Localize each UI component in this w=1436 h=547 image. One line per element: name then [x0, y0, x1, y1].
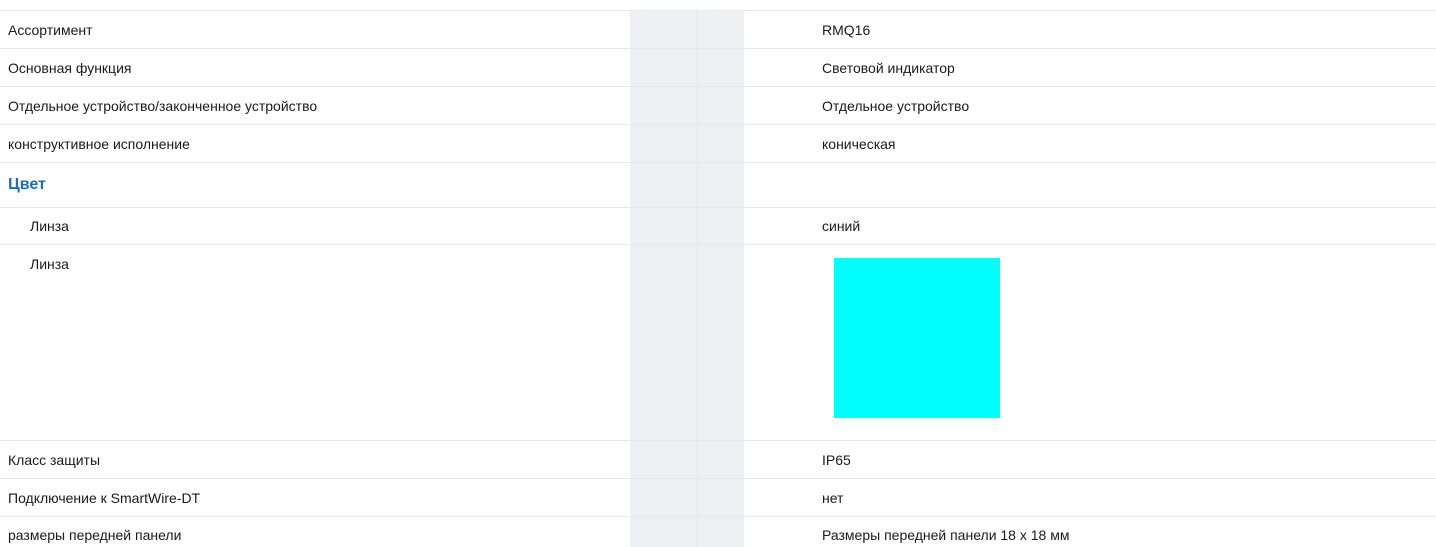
- row-label: конструктивное исполнение: [8, 135, 190, 152]
- shaded-column: [630, 208, 744, 244]
- row-label: Подключение к SmartWire-DT: [8, 489, 201, 506]
- row-label: Линза: [30, 218, 69, 234]
- row-label: Отдельное устройство/законченное устройс…: [8, 97, 318, 114]
- shaded-column: [630, 245, 744, 440]
- row-value: Размеры передней панели 18 x 18 мм: [822, 526, 1070, 543]
- specifications-table: Ассортимент RMQ16 Основная функция Свето…: [0, 10, 1436, 547]
- row-value: Отдельное устройство: [822, 97, 970, 114]
- row-value: RMQ16: [822, 21, 871, 38]
- group-title: Цвет: [8, 176, 46, 193]
- row-label: Ассортимент: [8, 21, 93, 38]
- table-row: Линза: [0, 244, 1436, 440]
- row-value: нет: [822, 489, 844, 506]
- lens-color-swatch: [834, 258, 1000, 418]
- row-value: Световой индикатор: [822, 59, 955, 76]
- shaded-column: [630, 479, 744, 516]
- shaded-column: [630, 11, 744, 48]
- table-row: конструктивное исполнение коническая: [0, 124, 1436, 162]
- shaded-column: [630, 163, 744, 207]
- table-row: Подключение к SmartWire-DT нет: [0, 478, 1436, 516]
- shaded-column: [630, 49, 744, 86]
- shaded-column: [630, 125, 744, 162]
- table-row: Класс защиты IP65: [0, 440, 1436, 478]
- table-row: Ассортимент RMQ16: [0, 10, 1436, 48]
- shaded-column: [630, 517, 744, 547]
- group-header-row: Цвет: [0, 162, 1436, 207]
- table-row: Основная функция Световой индикатор: [0, 48, 1436, 86]
- row-value: IP65: [822, 451, 851, 468]
- shaded-column: [630, 87, 744, 124]
- row-label: размеры передней панели: [8, 526, 182, 543]
- row-label: Основная функция: [8, 59, 132, 76]
- table-row: размеры передней панели Размеры передней…: [0, 516, 1436, 547]
- table-row: Отдельное устройство/законченное устройс…: [0, 86, 1436, 124]
- table-row: Линза синий: [0, 207, 1436, 244]
- row-value: коническая: [822, 135, 896, 152]
- row-label: Класс защиты: [8, 451, 101, 468]
- spec-page: ▀▀ ▀▀▀ ▀▀ Ассортимент RMQ16 Основная фун…: [0, 0, 1436, 547]
- row-value: синий: [822, 218, 861, 234]
- shaded-column: [630, 441, 744, 478]
- row-label: Линза: [30, 256, 69, 272]
